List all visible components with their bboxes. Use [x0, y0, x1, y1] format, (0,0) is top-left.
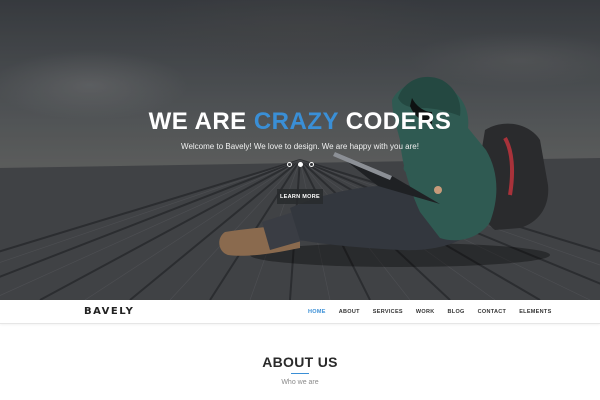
nav-item-elements[interactable]: ELEMENTS	[519, 309, 551, 315]
nav-item-work[interactable]: WORK	[416, 309, 435, 315]
nav-menu: HOME ABOUT SERVICES WORK BLOG CONTACT EL…	[308, 300, 565, 324]
nav-item-blog[interactable]: BLOG	[448, 309, 465, 315]
nav-item-home[interactable]: HOME	[308, 309, 326, 315]
hero-title-part1: WE ARE	[148, 108, 247, 135]
hero-section: WE ARE CRAZY CODERS Welcome to Bavely! W…	[0, 0, 600, 300]
site-logo[interactable]: BAVELY	[84, 306, 134, 317]
hero-subtitle: Welcome to Bavely! We love to design. We…	[181, 142, 419, 151]
about-title-underline	[291, 373, 309, 374]
hero-title: WE ARE CRAZY CODERS	[0, 108, 600, 136]
hero-title-part2: CODERS	[345, 108, 452, 135]
nav-item-services[interactable]: SERVICES	[373, 309, 403, 315]
slider-dot-1[interactable]	[287, 162, 292, 167]
nav-item-about[interactable]: ABOUT	[339, 309, 360, 315]
hero-title-accent: CRAZY	[253, 108, 339, 135]
about-title: ABOUT US	[262, 354, 338, 370]
learn-more-button[interactable]: LEARN MORE	[277, 189, 323, 204]
slider-pagination	[287, 162, 314, 167]
slider-dot-2[interactable]	[298, 162, 303, 167]
about-subtitle: Who we are	[281, 379, 319, 386]
nav-item-contact[interactable]: CONTACT	[478, 309, 507, 315]
slider-dot-3[interactable]	[309, 162, 314, 167]
main-navbar: BAVELY HOME ABOUT SERVICES WORK BLOG CON…	[0, 300, 600, 324]
